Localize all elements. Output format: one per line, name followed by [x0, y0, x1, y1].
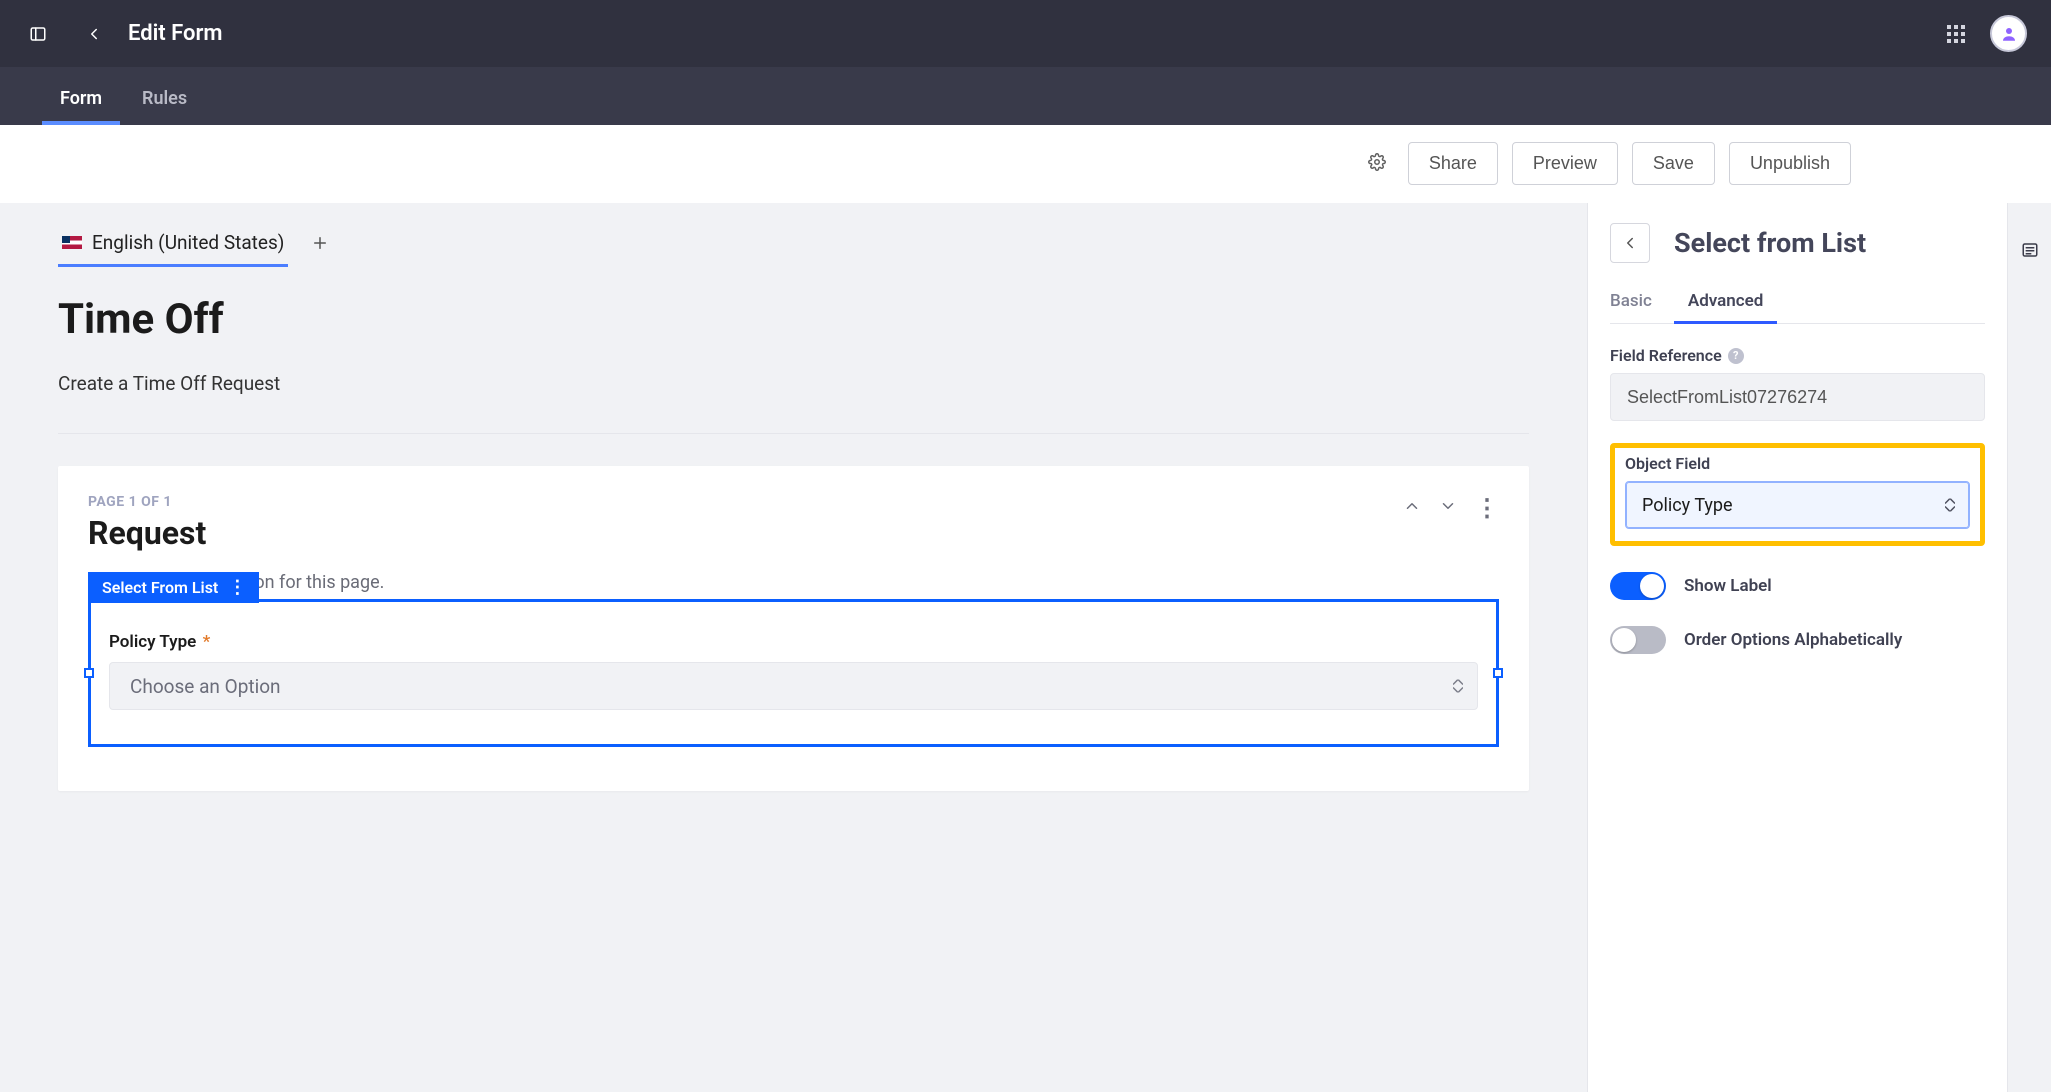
save-button[interactable]: Save — [1632, 142, 1715, 185]
language-label: English (United States) — [92, 231, 284, 254]
field-label: Policy Type * — [109, 632, 1478, 652]
us-flag-icon — [62, 236, 82, 249]
page-up-icon[interactable] — [1403, 497, 1421, 519]
form-title: Time Off — [58, 295, 1529, 344]
field-type-chip[interactable]: Select From List ⋮ — [88, 572, 259, 603]
field-reference-label-text: Field Reference — [1610, 346, 1722, 365]
field-reference-label: Field Reference ? — [1610, 346, 1985, 365]
panel-toggle-icon[interactable] — [16, 12, 60, 56]
object-field-value: Policy Type — [1642, 495, 1733, 516]
field-type-chip-label: Select From List — [102, 578, 218, 597]
field-reference-help-icon[interactable]: ? — [1728, 348, 1744, 364]
field-reference-input[interactable] — [1610, 373, 1985, 421]
field-chip-more-icon[interactable]: ⋮ — [228, 583, 245, 592]
page-title: Edit Form — [128, 21, 223, 46]
page-meta: PAGE 1 OF 1 — [88, 494, 1499, 510]
select-caret-icon — [1453, 680, 1463, 693]
field-label-text: Policy Type — [109, 632, 196, 652]
panel-title: Select from List — [1674, 227, 1866, 259]
actions-bar: Share Preview Save Unpublish — [0, 125, 2051, 203]
divider — [58, 433, 1529, 434]
show-label-label: Show Label — [1684, 576, 1772, 596]
panel-tabs: Basic Advanced — [1610, 291, 1985, 324]
policy-type-select[interactable]: Choose an Option — [109, 662, 1478, 710]
side-rail-list-icon[interactable] — [2021, 241, 2039, 263]
language-tab[interactable]: English (United States) — [58, 219, 288, 267]
settings-gear-icon[interactable] — [1368, 153, 1386, 175]
tab-form[interactable]: Form — [60, 88, 102, 125]
object-field-highlight: Object Field Policy Type — [1610, 443, 1985, 546]
user-avatar[interactable] — [1990, 15, 2027, 52]
panel-back-button[interactable] — [1610, 223, 1650, 263]
back-icon[interactable] — [72, 12, 116, 56]
select-placeholder: Choose an Option — [130, 675, 281, 698]
page-more-icon[interactable]: ⋮ — [1475, 494, 1499, 522]
panel-tab-basic[interactable]: Basic — [1610, 291, 1652, 323]
order-alpha-toggle[interactable] — [1610, 626, 1666, 654]
topbar: Edit Form — [0, 0, 2051, 67]
resize-handle-right[interactable] — [1493, 668, 1503, 678]
side-rail — [2007, 203, 2051, 1092]
panel-tab-advanced[interactable]: Advanced — [1688, 291, 1764, 323]
preview-button[interactable]: Preview — [1512, 142, 1618, 185]
apps-grid-icon[interactable] — [1934, 12, 1978, 56]
page-description-placeholder[interactable]: Add a short description for this page. — [88, 572, 1499, 593]
form-description: Create a Time Off Request — [58, 372, 1529, 395]
selected-field-frame[interactable]: Select From List ⋮ Policy Type * Choose … — [88, 599, 1499, 747]
show-label-toggle[interactable] — [1610, 572, 1666, 600]
share-button[interactable]: Share — [1408, 142, 1498, 185]
properties-panel: Select from List Basic Advanced Field Re… — [1587, 203, 2007, 1092]
object-field-label: Object Field — [1625, 454, 1970, 473]
order-alpha-label: Order Options Alphabetically — [1684, 630, 1902, 650]
add-language-button[interactable] — [306, 229, 334, 257]
tab-rules[interactable]: Rules — [142, 88, 187, 125]
page-down-icon[interactable] — [1439, 497, 1457, 519]
unpublish-button[interactable]: Unpublish — [1729, 142, 1851, 185]
resize-handle-left[interactable] — [84, 668, 94, 678]
page-nav: ⋮ — [1403, 494, 1499, 522]
editor-tabs: Form Rules — [0, 67, 2051, 125]
form-canvas: English (United States) Time Off Create … — [0, 203, 1587, 1092]
main: English (United States) Time Off Create … — [0, 203, 2051, 1092]
object-field-caret-icon — [1945, 499, 1955, 512]
page-heading: Request — [88, 514, 1499, 552]
required-indicator: * — [203, 632, 211, 652]
object-field-select[interactable]: Policy Type — [1625, 481, 1970, 529]
page-card: PAGE 1 OF 1 Request ⋮ Add a short descri… — [58, 466, 1529, 791]
